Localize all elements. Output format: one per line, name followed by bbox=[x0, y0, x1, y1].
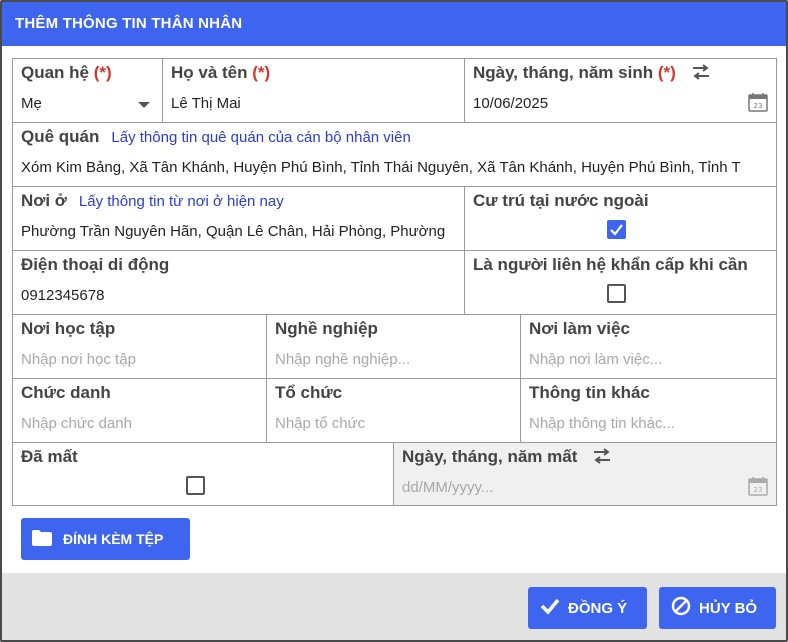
deceased-checkbox[interactable] bbox=[186, 476, 205, 495]
organization-field[interactable]: Tổ chức Nhập tổ chức bbox=[267, 379, 521, 443]
dialog-footer: ĐỒNG Ý HỦY BỎ bbox=[2, 573, 786, 640]
birth-date-field[interactable]: Ngày, tháng, năm sinh (*) 10/06/2025 23 bbox=[465, 59, 776, 123]
relative-form: Quan hệ (*) Mẹ Họ và tên (*) Lê Thị Mai … bbox=[12, 58, 777, 506]
residence-input[interactable]: Phường Trần Nguyên Hãn, Quận Lê Chân, Hả… bbox=[21, 223, 445, 240]
deceased-label: Đã mất bbox=[21, 447, 78, 466]
attach-file-button[interactable]: ĐÍNH KÈM TỆP bbox=[21, 518, 190, 560]
required-mark: (*) bbox=[252, 63, 271, 82]
birth-date-input[interactable]: 10/06/2025 bbox=[473, 95, 548, 112]
emergency-contact-checkbox[interactable] bbox=[607, 284, 626, 303]
study-place-input[interactable]: Nhập nơi học tập bbox=[21, 351, 136, 368]
study-place-label: Nơi học tập bbox=[21, 319, 116, 338]
workplace-label: Nơi làm việc bbox=[529, 319, 630, 338]
full-name-input[interactable]: Lê Thị Mai bbox=[171, 95, 241, 112]
check-icon bbox=[540, 597, 560, 619]
organization-label: Tổ chức bbox=[275, 383, 343, 402]
death-date-field: Ngày, tháng, năm mất dd/MM/yyyy... 23 bbox=[394, 443, 776, 505]
other-info-input[interactable]: Nhập thông tin khác... bbox=[529, 415, 675, 432]
add-relative-dialog: THÊM THÔNG TIN THÂN NHÂN Quan hệ (*) Mẹ … bbox=[0, 0, 788, 642]
occupation-label: Nghề nghiệp bbox=[275, 319, 378, 338]
calendar-icon[interactable]: 23 bbox=[748, 92, 768, 117]
position-label: Chức danh bbox=[21, 383, 111, 402]
other-info-field[interactable]: Thông tin khác Nhập thông tin khác... bbox=[521, 379, 776, 443]
confirm-label: ĐỒNG Ý bbox=[568, 599, 628, 617]
residence-field[interactable]: Nơi ở Lấy thông tin từ nơi ở hiện nay Phư… bbox=[13, 187, 465, 251]
calendar-day: 23 bbox=[754, 486, 763, 494]
workplace-field[interactable]: Nơi làm việc Nhập nơi làm việc... bbox=[521, 315, 776, 379]
calendar-day: 23 bbox=[754, 102, 763, 110]
full-name-field[interactable]: Họ và tên (*) Lê Thị Mai bbox=[163, 59, 465, 123]
abroad-label: Cư trú tại nước ngoài bbox=[473, 191, 649, 210]
workplace-input[interactable]: Nhập nơi làm việc... bbox=[529, 351, 662, 368]
swap-icon bbox=[592, 448, 612, 469]
mobile-input[interactable]: 0912345678 bbox=[21, 287, 104, 304]
occupation-field[interactable]: Nghề nghiệp Nhập nghề nghiệp... bbox=[267, 315, 521, 379]
relation-field[interactable]: Quan hệ (*) Mẹ bbox=[13, 59, 163, 123]
required-mark: (*) bbox=[93, 63, 112, 82]
residence-fill-link[interactable]: Lấy thông tin từ nơi ở hiện nay bbox=[79, 193, 284, 210]
mobile-field[interactable]: Điện thoại di động 0912345678 bbox=[13, 251, 465, 315]
occupation-input[interactable]: Nhập nghề nghiệp... bbox=[275, 351, 410, 368]
other-info-label: Thông tin khác bbox=[529, 383, 650, 402]
swap-icon[interactable] bbox=[691, 64, 711, 85]
hometown-field[interactable]: Quê quán Lấy thông tin quê quán của cán b… bbox=[13, 123, 776, 187]
relation-label: Quan hệ bbox=[21, 63, 90, 82]
emergency-contact-label: Là người liên hệ khẩn cấp khi cần bbox=[473, 255, 748, 274]
hometown-label: Quê quán bbox=[21, 127, 100, 146]
birth-date-label: Ngày, tháng, năm sinh bbox=[473, 63, 654, 82]
residence-label: Nơi ở bbox=[21, 191, 67, 210]
folder-icon bbox=[31, 529, 53, 550]
cancel-button[interactable]: HỦY BỎ bbox=[659, 587, 776, 629]
dialog-title: THÊM THÔNG TIN THÂN NHÂN bbox=[2, 2, 786, 46]
required-mark: (*) bbox=[657, 63, 676, 82]
calendar-icon: 23 bbox=[748, 476, 768, 501]
abroad-checkbox[interactable] bbox=[607, 220, 626, 239]
death-date-input: dd/MM/yyyy... bbox=[402, 479, 494, 496]
abroad-field: Cư trú tại nước ngoài bbox=[465, 187, 776, 251]
cancel-circle-icon bbox=[671, 596, 691, 620]
full-name-label: Họ và tên bbox=[171, 63, 248, 82]
confirm-button[interactable]: ĐỒNG Ý bbox=[528, 587, 647, 629]
chevron-down-icon[interactable] bbox=[138, 102, 150, 108]
emergency-contact-field: Là người liên hệ khẩn cấp khi cần bbox=[465, 251, 776, 315]
check-icon bbox=[610, 224, 623, 236]
hometown-input[interactable]: Xóm Kim Bảng, Xã Tân Khánh, Huyện Phú Bì… bbox=[21, 159, 741, 176]
study-place-field[interactable]: Nơi học tập Nhập nơi học tập bbox=[13, 315, 267, 379]
hometown-fill-link[interactable]: Lấy thông tin quê quán của cán bộ nhân v… bbox=[111, 129, 410, 146]
deceased-field: Đã mất bbox=[13, 443, 394, 505]
cancel-label: HỦY BỎ bbox=[699, 599, 758, 617]
organization-input[interactable]: Nhập tổ chức bbox=[275, 415, 365, 432]
death-date-label: Ngày, tháng, năm mất bbox=[402, 447, 578, 466]
position-input[interactable]: Nhập chức danh bbox=[21, 415, 132, 432]
mobile-label: Điện thoại di động bbox=[21, 255, 170, 274]
attach-file-label: ĐÍNH KÈM TỆP bbox=[63, 531, 164, 547]
relation-select-value[interactable]: Mẹ bbox=[21, 95, 42, 112]
position-field[interactable]: Chức danh Nhập chức danh bbox=[13, 379, 267, 443]
